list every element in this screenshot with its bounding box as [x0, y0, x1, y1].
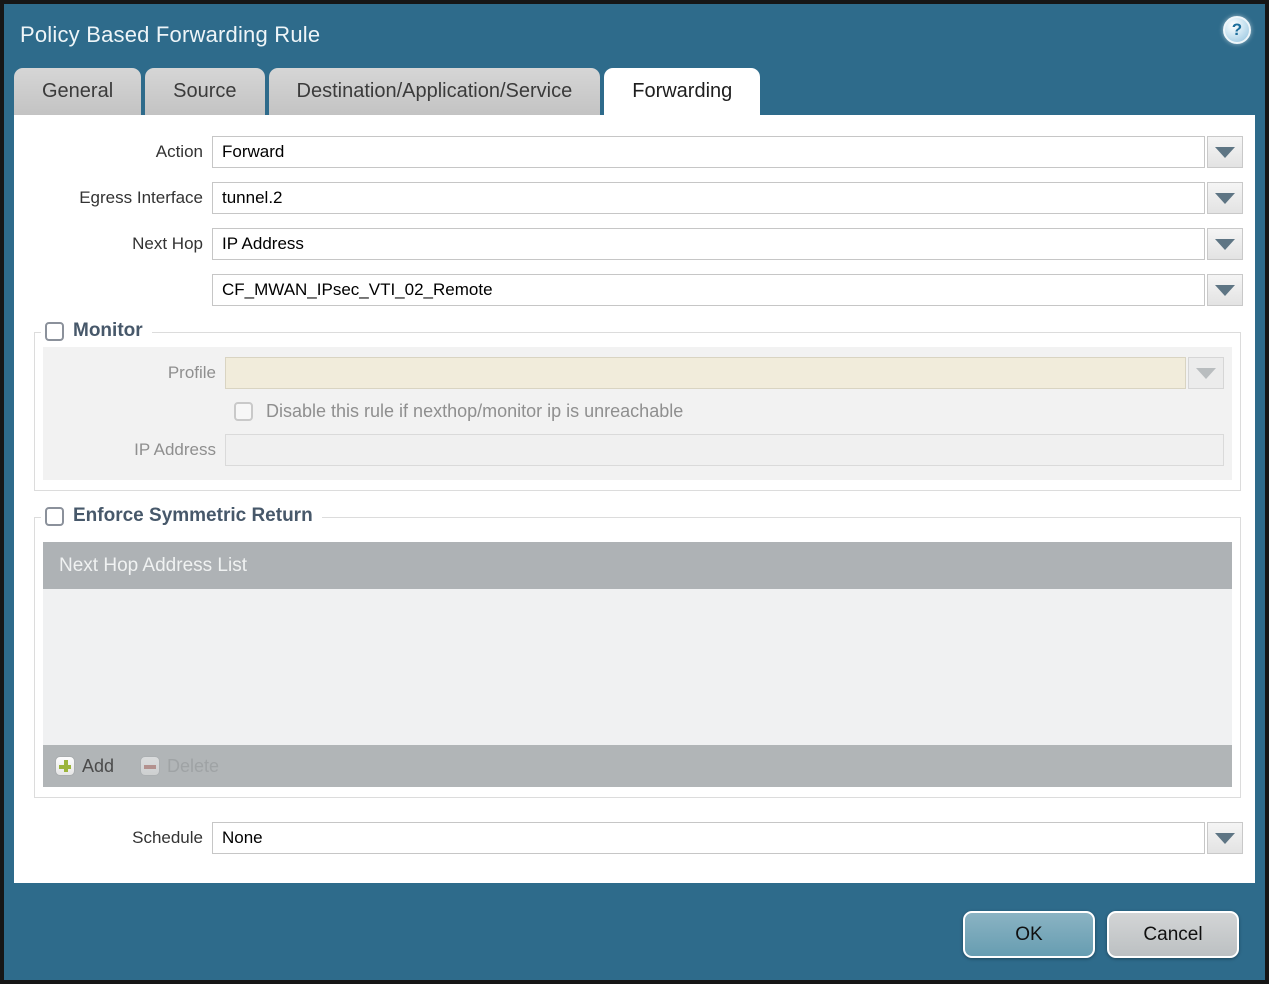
schedule-dropdown-button[interactable]	[1207, 822, 1243, 854]
chevron-down-icon	[1215, 146, 1235, 158]
next-hop-address-list-body	[43, 589, 1232, 745]
monitor-legend: Monitor	[41, 320, 152, 342]
schedule-label: Schedule	[132, 828, 203, 847]
action-label: Action	[155, 142, 203, 161]
next-hop-type-select[interactable]	[212, 228, 1205, 260]
profile-label: Profile	[167, 363, 216, 382]
chevron-down-icon	[1215, 284, 1235, 296]
chevron-down-icon	[1215, 192, 1235, 204]
next-hop-row: Next Hop	[14, 228, 1243, 260]
monitor-ip-address-row: IP Address	[43, 434, 1224, 466]
egress-interface-label: Egress Interface	[79, 188, 203, 207]
enforce-symmetric-return-checkbox[interactable]	[45, 506, 64, 526]
help-icon[interactable]: ?	[1223, 16, 1251, 44]
egress-interface-row: Egress Interface	[14, 182, 1243, 214]
egress-interface-select[interactable]	[212, 182, 1205, 214]
monitor-legend-label: Monitor	[73, 320, 143, 341]
tab-forwarding[interactable]: Forwarding	[604, 68, 761, 115]
enforce-symmetric-return-group: Enforce Symmetric Return Next Hop Addres…	[34, 505, 1241, 798]
monitor-panel: Profile Disable this rule if nexthop/mon…	[43, 347, 1232, 480]
next-hop-type-dropdown-button[interactable]	[1207, 228, 1243, 260]
tab-source[interactable]: Source	[145, 68, 265, 115]
minus-icon	[140, 756, 161, 776]
profile-select	[225, 357, 1186, 389]
disable-rule-label: Disable this rule if nexthop/monitor ip …	[266, 401, 684, 421]
disable-rule-checkbox	[234, 402, 253, 421]
chevron-down-icon	[1215, 238, 1235, 250]
add-button-label: Add	[82, 755, 115, 776]
schedule-select[interactable]	[212, 822, 1205, 854]
profile-dropdown-button	[1188, 357, 1224, 389]
ok-button[interactable]: OK	[963, 911, 1095, 958]
action-dropdown-button[interactable]	[1207, 136, 1243, 168]
tab-destination-application-service[interactable]: Destination/Application/Service	[268, 68, 601, 115]
next-hop-address-list-header: Next Hop Address List	[43, 542, 1232, 589]
tab-panel-forwarding: Action Egress Interface Next Hop	[14, 115, 1255, 883]
monitor-group: Monitor Profile Disable this rule if nex…	[34, 320, 1241, 491]
action-row: Action	[14, 136, 1243, 168]
plus-icon	[55, 756, 75, 776]
tab-general[interactable]: General	[14, 68, 142, 115]
monitor-ip-address-input	[225, 434, 1224, 466]
delete-button: Delete	[140, 756, 219, 777]
dialog-titlebar: Policy Based Forwarding Rule ?	[4, 4, 1265, 66]
tab-bar: General Source Destination/Application/S…	[4, 66, 1265, 115]
enforce-symmetric-return-legend-label: Enforce Symmetric Return	[73, 505, 313, 526]
schedule-row: Schedule	[14, 822, 1243, 854]
disable-rule-row: Disable this rule if nexthop/monitor ip …	[234, 401, 1224, 422]
enforce-symmetric-return-legend: Enforce Symmetric Return	[41, 505, 322, 527]
profile-row: Profile	[43, 357, 1224, 389]
monitor-checkbox[interactable]	[45, 321, 64, 341]
cancel-button[interactable]: Cancel	[1107, 911, 1239, 958]
next-hop-address-row	[14, 274, 1243, 306]
next-hop-address-list-table: Next Hop Address List Add Delete	[43, 542, 1232, 787]
chevron-down-icon	[1196, 367, 1216, 379]
next-hop-label: Next Hop	[132, 234, 203, 253]
egress-interface-dropdown-button[interactable]	[1207, 182, 1243, 214]
next-hop-address-list-toolbar: Add Delete	[43, 745, 1232, 787]
pbf-rule-dialog: Policy Based Forwarding Rule ? General S…	[0, 0, 1269, 984]
action-select[interactable]	[212, 136, 1205, 168]
next-hop-address-select[interactable]	[212, 274, 1205, 306]
dialog-footer: OK Cancel	[4, 883, 1265, 958]
monitor-ip-address-label: IP Address	[134, 440, 216, 459]
chevron-down-icon	[1215, 832, 1235, 844]
delete-button-label: Delete	[167, 755, 220, 776]
add-button[interactable]: Add	[55, 756, 114, 777]
dialog-title: Policy Based Forwarding Rule	[20, 22, 321, 47]
next-hop-address-dropdown-button[interactable]	[1207, 274, 1243, 306]
